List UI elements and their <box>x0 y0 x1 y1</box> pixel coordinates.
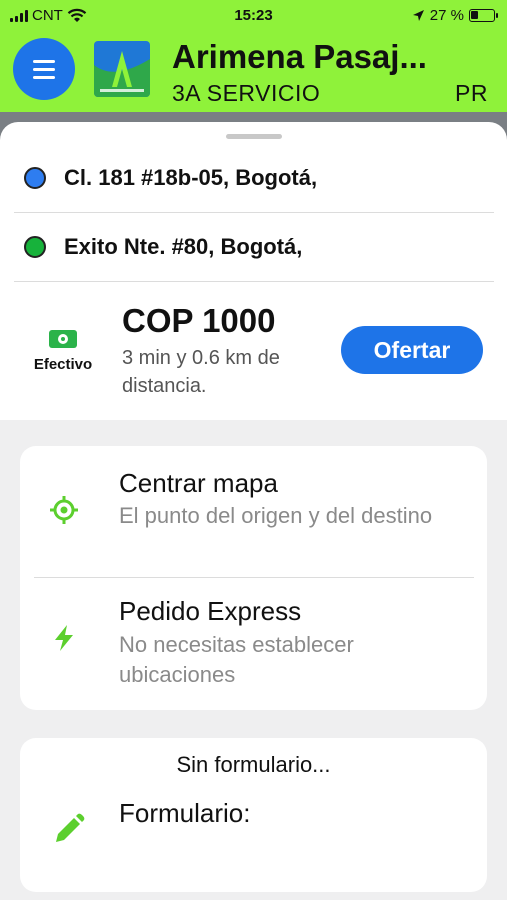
options-area: Centrar mapa El punto del origen y del d… <box>0 420 507 900</box>
lightning-icon <box>55 625 73 651</box>
crosshair-icon <box>50 496 78 524</box>
location-arrow-icon <box>412 10 424 21</box>
option-title: Centrar mapa <box>119 468 278 498</box>
app-title: Arimena Pasaj... <box>172 38 427 75</box>
option-subtitle: No necesitas establecer ubicaciones <box>119 632 354 687</box>
option-subtitle: El punto del origen y del destino <box>119 503 433 528</box>
sheet-grabber[interactable] <box>226 134 282 139</box>
battery-percent: 27 % <box>429 7 464 24</box>
route-sheet: Cl. 181 #18b-05, Bogotá, Exito Nte. #80,… <box>0 122 507 420</box>
offer-button[interactable]: Ofertar <box>341 326 483 374</box>
options-card: Centrar mapa El punto del origen y del d… <box>20 446 487 710</box>
announcement-marquee: 3A SERVICIO PR <box>172 80 492 108</box>
origin-address: Cl. 181 #18b-05, Bogotá, <box>64 165 318 190</box>
hamburger-icon <box>33 59 55 63</box>
app-logo <box>94 41 150 97</box>
marquee-text-right: PR <box>455 80 488 106</box>
destination-dot-icon <box>24 236 46 258</box>
marquee-text-left: 3A SERVICIO <box>172 80 321 106</box>
destination-row[interactable]: Exito Nte. #80, Bogotá, <box>14 213 494 281</box>
battery-icon <box>469 9 498 22</box>
status-bar: CNT 15:23 27 % <box>0 0 507 32</box>
origin-dot-icon <box>24 167 46 189</box>
pencil-icon[interactable] <box>50 812 86 848</box>
payment-label: Efectivo <box>33 356 93 373</box>
option-title: Pedido Express <box>119 596 302 626</box>
destination-address: Exito Nte. #80, Bogotá, <box>64 234 303 259</box>
menu-button[interactable] <box>13 38 75 100</box>
form-card: Sin formulario... Formulario: <box>20 738 487 892</box>
app-header: CNT 15:23 27 % Arimena Pasaj... 3A SERVI… <box>0 0 507 112</box>
divider <box>14 281 494 282</box>
form-heading: Sin formulario... <box>176 752 331 777</box>
option-center-map[interactable]: Centrar mapa El punto del origen y del d… <box>20 446 487 576</box>
form-label: Formulario: <box>119 798 251 828</box>
cash-icon <box>49 330 77 348</box>
origin-row[interactable]: Cl. 181 #18b-05, Bogotá, <box>14 144 494 212</box>
option-express-order[interactable]: Pedido Express No necesitas establecer u… <box>20 578 487 708</box>
trip-price: COP 1000 <box>122 302 276 339</box>
trip-eta: 3 min y 0.6 km de distancia. <box>122 347 280 397</box>
payment-method[interactable]: Efectivo <box>22 330 104 373</box>
